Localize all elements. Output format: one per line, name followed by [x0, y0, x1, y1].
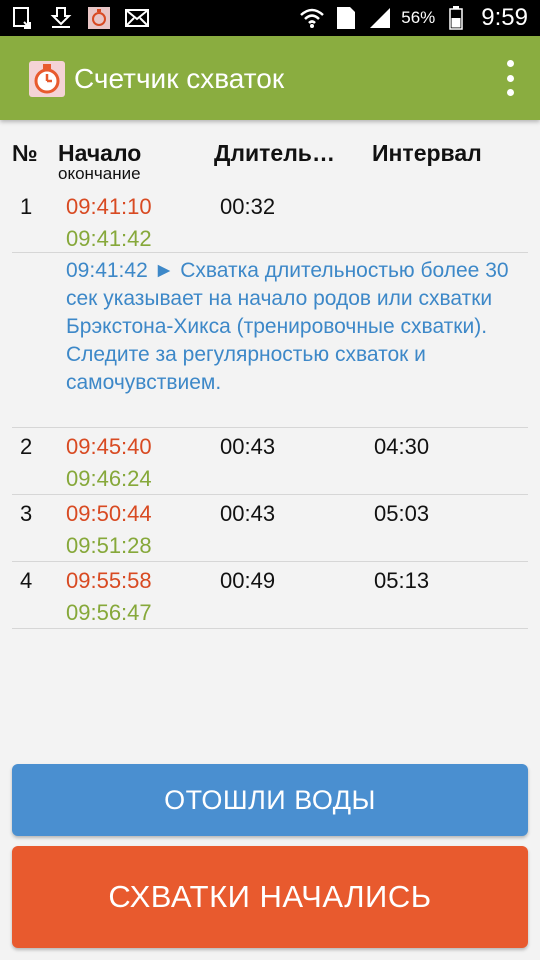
water-broke-button[interactable]: ОТОШЛИ ВОДЫ [12, 764, 528, 836]
table-row[interactable]: 3 09:50:44 09:51:28 00:43 05:03 [12, 495, 528, 562]
row-start-time: 09:55:58 [66, 568, 152, 593]
row-end-time: 09:51:28 [66, 533, 152, 558]
header-duration[interactable]: Длитель… [214, 140, 335, 167]
row-duration: 00:32 [220, 194, 276, 219]
row-interval: 05:03 [374, 501, 430, 526]
menu-dot [506, 89, 514, 96]
row-interval: 05:13 [374, 568, 430, 593]
contraction-note: 09:41:42 ► Схватка длительностью более 3… [12, 253, 528, 428]
row-number: 2 [20, 434, 33, 459]
row-duration: 00:49 [220, 568, 276, 593]
overflow-menu-icon[interactable] [502, 60, 518, 96]
row-interval: 04:30 [374, 434, 430, 459]
header-start[interactable]: Начало [58, 140, 141, 167]
screen: 56% 9:59 Счетчик схваток № Начало оконча… [0, 0, 540, 960]
battery-percent: 56% [401, 8, 436, 27]
screenshot-icon [10, 5, 36, 31]
row-number: 4 [20, 568, 33, 593]
header-start-sub: окончание [58, 164, 141, 183]
table-row[interactable]: 2 09:45:40 09:46:24 00:43 04:30 [12, 428, 528, 495]
mail-icon [124, 5, 150, 31]
download-icon [48, 5, 74, 31]
menu-dot [506, 60, 514, 67]
row-end-time: 09:41:42 [66, 226, 152, 251]
table-row[interactable]: 1 09:41:10 09:41:42 00:32 [12, 188, 528, 253]
system-status: 56% 9:59 [299, 0, 528, 36]
app-bar: Счетчик схваток [0, 36, 540, 120]
signal-icon [367, 5, 393, 31]
wifi-icon [299, 5, 325, 31]
table-header: № Начало окончание Длитель… Интервал [0, 138, 540, 186]
battery-icon [443, 5, 469, 31]
notification-icons [10, 5, 150, 31]
row-end-time: 09:46:24 [66, 466, 152, 491]
sim-icon [333, 5, 359, 31]
menu-dot [506, 74, 514, 82]
app-thumbnail-icon [86, 5, 112, 31]
row-duration: 00:43 [220, 501, 276, 526]
table-row[interactable]: 4 09:55:58 09:56:47 00:49 05:13 [12, 562, 528, 629]
header-interval[interactable]: Интервал [372, 140, 482, 167]
contractions-started-button[interactable]: СХВАТКИ НАЧАЛИСЬ [12, 846, 528, 948]
clock: 9:59 [481, 4, 528, 31]
app-title: Счетчик схваток [74, 63, 285, 94]
row-number: 3 [20, 501, 33, 526]
note-text: 09:41:42 ► Схватка длительностью более 3… [66, 259, 509, 394]
status-bar: 56% 9:59 [0, 0, 540, 36]
header-number: № [12, 140, 38, 166]
row-duration: 00:43 [220, 434, 276, 459]
stopwatch-logo-icon [28, 58, 66, 98]
row-number: 1 [20, 194, 33, 219]
row-start-time: 09:41:10 [66, 194, 152, 219]
row-end-time: 09:56:47 [66, 600, 152, 625]
row-start-time: 09:50:44 [66, 501, 152, 526]
row-start-time: 09:45:40 [66, 434, 152, 459]
